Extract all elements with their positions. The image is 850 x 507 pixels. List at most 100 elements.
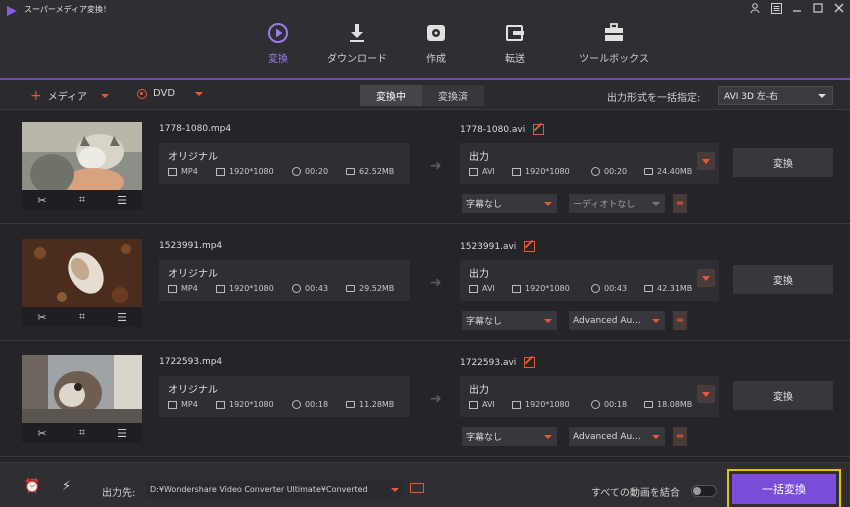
- nav-convert[interactable]: 変換: [238, 14, 318, 74]
- user-icon[interactable]: [748, 1, 762, 15]
- add-dvd-button[interactable]: DVD: [137, 88, 204, 99]
- output-duration-value: 00:20: [604, 167, 628, 176]
- convert-icon: [268, 23, 288, 43]
- output-duration: 00:18: [591, 400, 627, 409]
- crop-icon[interactable]: ⌗: [72, 193, 92, 207]
- output-duration: 00:43: [591, 284, 627, 293]
- trim-icon[interactable]: ✂: [32, 427, 52, 440]
- chevron-down-icon: [544, 319, 552, 323]
- open-folder-icon[interactable]: [410, 483, 424, 493]
- edit-icon[interactable]: [533, 124, 545, 135]
- add-dvd-label: DVD: [153, 88, 176, 99]
- source-title: オリジナル: [168, 385, 218, 396]
- video-thumbnail[interactable]: [22, 239, 142, 307]
- output-settings-dropdown[interactable]: [697, 385, 715, 403]
- source-size: 29.52MB: [346, 284, 394, 293]
- subtitle-value: 字幕なし: [466, 317, 503, 327]
- nav-download[interactable]: ダウンロード: [318, 14, 396, 74]
- chevron-down-icon: [391, 488, 399, 492]
- crop-icon[interactable]: ⌗: [72, 310, 92, 324]
- edit-icon[interactable]: [524, 357, 536, 368]
- split-icon[interactable]: ⇹: [673, 311, 687, 330]
- output-path-select[interactable]: D:¥Wondershare Video Converter Ultimate¥…: [146, 481, 404, 498]
- minimize-icon[interactable]: [790, 1, 804, 15]
- tab-converting[interactable]: 変換中: [360, 85, 422, 106]
- toolbox-icon: [605, 23, 623, 41]
- subtitle-value: 字幕なし: [466, 200, 503, 210]
- trim-icon[interactable]: ✂: [32, 311, 52, 324]
- source-format-value: MP4: [181, 284, 198, 293]
- folder-icon: [346, 285, 355, 292]
- status-tabs: 変換中 変換済: [360, 85, 484, 106]
- output-format-value: AVI: [482, 167, 495, 176]
- output-path-label: 出力先:: [102, 488, 136, 499]
- settings-icon[interactable]: [769, 1, 783, 15]
- clock-icon: [292, 400, 301, 409]
- add-media-label: メディア: [47, 92, 88, 103]
- convert-all-button[interactable]: 一括変換: [732, 474, 836, 504]
- output-format-value: AVI 3D 左-右: [724, 92, 779, 102]
- tab-converted[interactable]: 変換済: [422, 85, 484, 106]
- audio-value: Advanced Au...: [573, 315, 641, 326]
- film-icon: [469, 400, 478, 409]
- video-thumbnail[interactable]: [22, 122, 142, 190]
- trim-icon[interactable]: ✂: [32, 194, 52, 207]
- convert-button[interactable]: 変換: [733, 148, 833, 177]
- audio-select[interactable]: Advanced Au...: [569, 311, 665, 330]
- burn-disc-icon: [427, 25, 445, 41]
- audio-select[interactable]: Advanced Au...: [569, 427, 665, 446]
- output-resolution-value: 1920*1080: [525, 400, 570, 409]
- split-icon[interactable]: ⇹: [673, 194, 687, 213]
- split-icon[interactable]: ⇹: [673, 427, 687, 446]
- clock-icon: [292, 167, 301, 176]
- output-format: AVI: [469, 284, 495, 293]
- video-thumbnail[interactable]: [22, 355, 142, 423]
- nav-transfer[interactable]: 転送: [476, 14, 554, 74]
- output-settings-dropdown[interactable]: [697, 269, 715, 287]
- schedule-icon[interactable]: ⏰: [24, 479, 40, 494]
- output-title: 出力: [469, 152, 489, 163]
- film-icon: [469, 284, 478, 293]
- output-resolution: 1920*1080: [512, 284, 570, 293]
- list-item: ✂ ⌗ ☰ 1523991.mp4 オリジナル MP4 1920*1080 00…: [0, 227, 850, 341]
- nav-toolbox-label: ツールボックス: [579, 54, 649, 65]
- add-media-button[interactable]: + メディア: [30, 88, 110, 103]
- output-duration-value: 00:18: [604, 400, 628, 409]
- convert-button[interactable]: 変換: [733, 381, 833, 410]
- source-title: オリジナル: [168, 269, 218, 280]
- edit-icon[interactable]: [524, 241, 536, 252]
- output-size: 42.31MB: [644, 284, 692, 293]
- merge-all-toggle[interactable]: [691, 485, 717, 497]
- thumbnail-tools: ✂ ⌗ ☰: [22, 423, 142, 443]
- source-format: MP4: [168, 400, 198, 409]
- subtitle-select[interactable]: 字幕なし: [462, 194, 557, 213]
- output-settings-dropdown[interactable]: [697, 152, 715, 170]
- source-resolution-value: 1920*1080: [229, 400, 274, 409]
- chevron-down-icon: [544, 435, 552, 439]
- output-format-select[interactable]: AVI 3D 左-右: [718, 86, 833, 105]
- subtitle-select[interactable]: 字幕なし: [462, 311, 557, 330]
- output-title: 出力: [469, 269, 489, 280]
- maximize-icon[interactable]: [811, 1, 825, 15]
- source-duration-value: 00:20: [305, 167, 329, 176]
- chevron-down-icon: [652, 435, 660, 439]
- resolution-icon: [512, 400, 521, 409]
- audio-select[interactable]: ーディオトなし: [569, 194, 665, 213]
- effects-icon[interactable]: ☰: [112, 194, 132, 207]
- nav-burn[interactable]: 作成: [396, 14, 476, 74]
- crop-icon[interactable]: ⌗: [72, 426, 92, 440]
- speed-icon[interactable]: ⚡: [62, 479, 71, 494]
- effects-icon[interactable]: ☰: [112, 311, 132, 324]
- subtitle-select[interactable]: 字幕なし: [462, 427, 557, 446]
- output-filename-value: 1722593.avi: [460, 357, 517, 368]
- convert-button[interactable]: 変換: [733, 265, 833, 294]
- nav-toolbox[interactable]: ツールボックス: [554, 14, 674, 74]
- source-resolution: 1920*1080: [216, 284, 274, 293]
- source-info: オリジナル MP4 1920*1080 00:20 62.52MB: [159, 143, 410, 184]
- download-icon: [350, 24, 364, 42]
- effects-icon[interactable]: ☰: [112, 427, 132, 440]
- source-resolution-value: 1920*1080: [229, 167, 274, 176]
- source-filename: 1778-1080.mp4: [159, 124, 232, 134]
- close-icon[interactable]: [832, 1, 846, 15]
- bottom-bar: ⏰ ⚡ 出力先: D:¥Wondershare Video Converter …: [0, 462, 850, 507]
